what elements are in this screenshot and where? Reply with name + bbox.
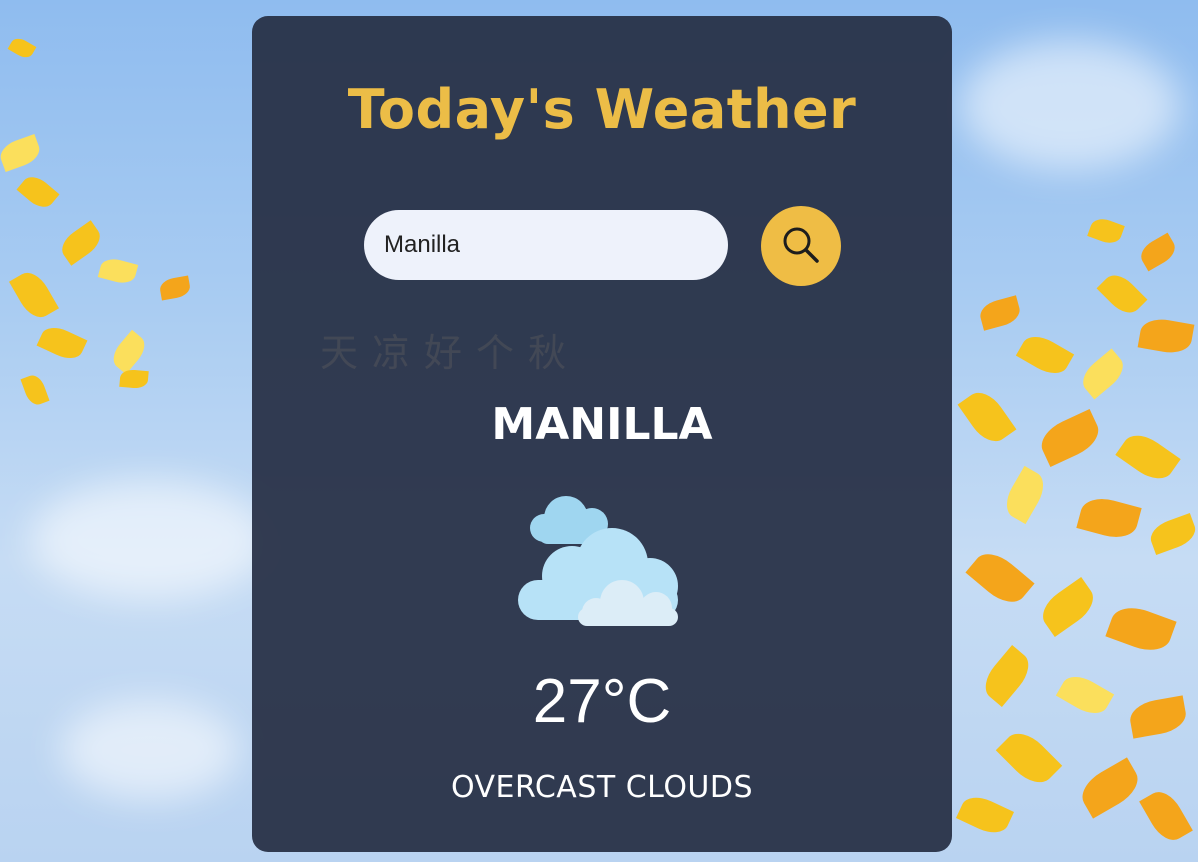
background-watermark: 天凉好个秋 xyxy=(320,331,581,375)
search-button[interactable] xyxy=(761,206,841,286)
weather-description: OVERCAST CLOUDS xyxy=(450,770,754,805)
temperature-value: 27°C xyxy=(532,667,672,736)
weather-card: Today's Weather 天凉好个秋 MANILLA xyxy=(252,16,952,852)
app-title: Today's Weather xyxy=(347,78,857,141)
overcast-clouds-icon xyxy=(516,490,688,626)
city-search-input[interactable] xyxy=(364,210,728,280)
search-icon xyxy=(779,223,823,270)
city-name: MANILLA xyxy=(491,399,713,450)
